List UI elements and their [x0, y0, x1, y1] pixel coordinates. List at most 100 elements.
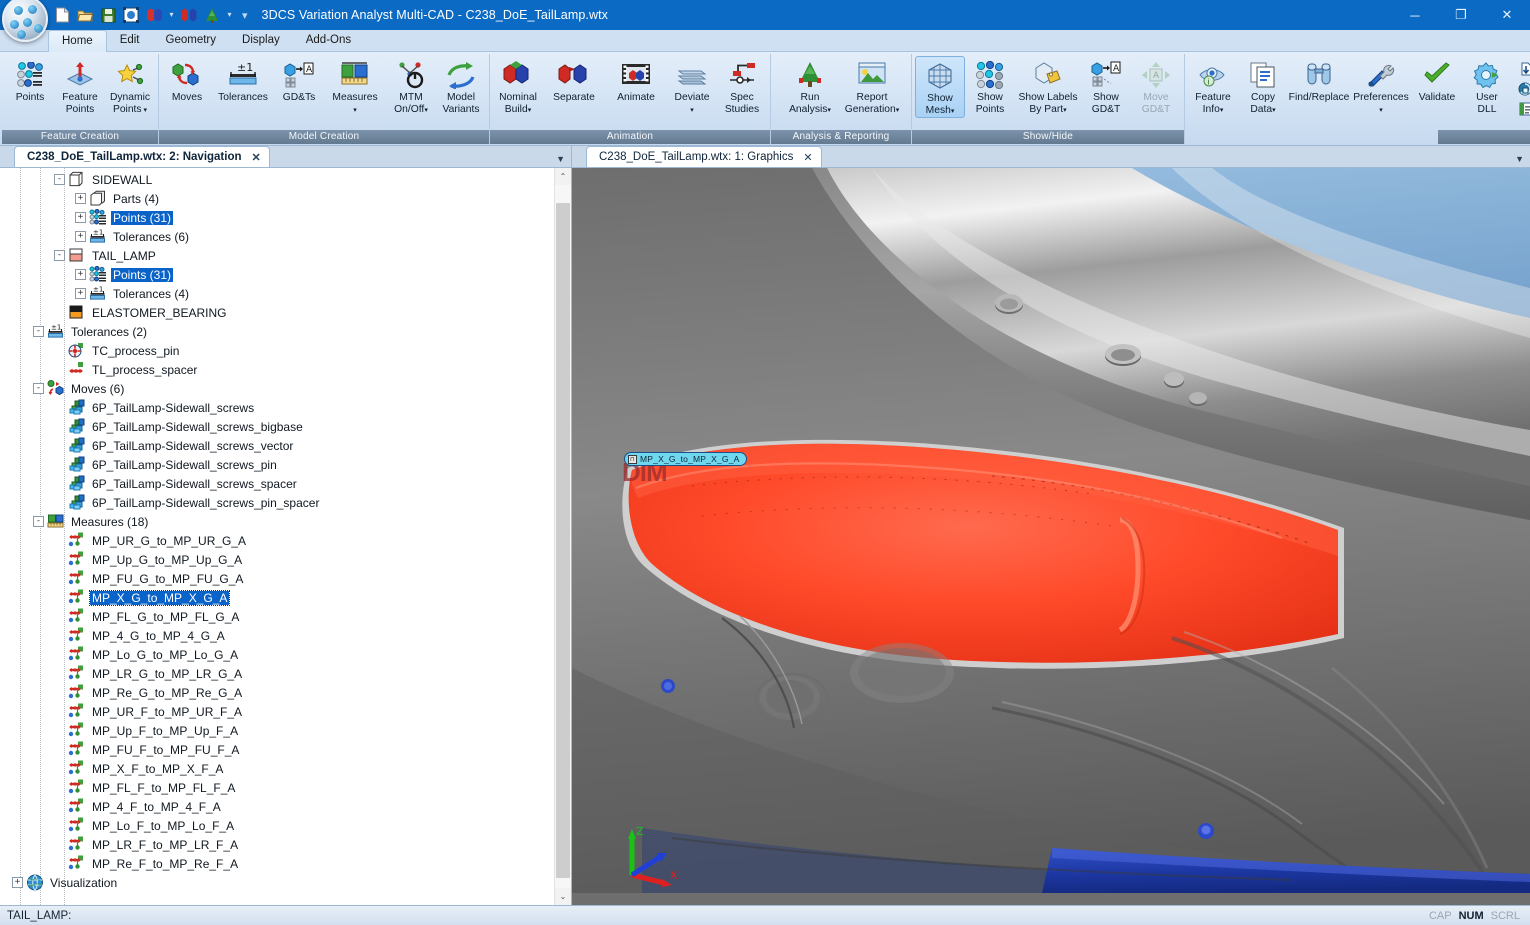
dropdown-caret-icon[interactable]: ▾: [528, 107, 532, 114]
tree-item[interactable]: MP_FU_F_to_MP_FU_F_A: [0, 740, 554, 759]
ribbon-button-run-analysis[interactable]: Run Analysis▾: [779, 56, 841, 116]
chevron-down-icon[interactable]: ▼: [556, 154, 565, 164]
expand-icon[interactable]: +: [75, 231, 86, 242]
save-icon[interactable]: [98, 5, 118, 25]
ribbon-button-dynamic-points[interactable]: Dynamic Points ▾: [105, 56, 155, 116]
nominal-build-icon[interactable]: [144, 5, 164, 25]
dropdown-caret-icon[interactable]: ▾: [1379, 107, 1383, 114]
expand-icon[interactable]: +: [75, 193, 86, 204]
close-icon[interactable]: ✕: [803, 151, 812, 164]
application-menu-orb[interactable]: [2, 0, 48, 42]
scrollbar-track[interactable]: [555, 185, 571, 888]
dropdown-caret-icon[interactable]: ▾: [896, 107, 900, 114]
tree-item[interactable]: -Measures (18): [0, 512, 554, 531]
run-analysis-icon[interactable]: [202, 5, 222, 25]
tree-item[interactable]: +Points (31): [0, 208, 554, 227]
maximize-button[interactable]: ❐: [1438, 0, 1484, 30]
dropdown-caret-icon[interactable]: ▾: [1063, 107, 1067, 114]
tree-item[interactable]: MP_Lo_F_to_MP_Lo_F_A: [0, 816, 554, 835]
tab-display[interactable]: Display: [229, 30, 293, 51]
measure-callout-label[interactable]: ⊓ MP_X_G_to_MP_X_G_A: [624, 452, 747, 466]
collapse-icon[interactable]: -: [33, 326, 44, 337]
dropdown-caret-icon[interactable]: ▾: [142, 107, 147, 114]
ribbon-button-measures[interactable]: Measures▾: [324, 56, 386, 116]
ribbon-button-spec-studies[interactable]: Spec Studies: [717, 56, 767, 115]
import-button[interactable]: Import ▾: [1516, 59, 1530, 78]
qat-overflow-dropdown-icon[interactable]: ▾: [225, 5, 234, 25]
ribbon-button-show-gdt[interactable]: A Show GD&T: [1081, 56, 1131, 115]
tab-geometry[interactable]: Geometry: [153, 30, 230, 51]
tab-graphics[interactable]: C238_DoE_TailLamp.wtx: 1: Graphics ✕: [586, 146, 822, 167]
tab-navigation[interactable]: C238_DoE_TailLamp.wtx: 2: Navigation ✕: [14, 146, 270, 167]
tree-item[interactable]: 6P_TailLamp-Sidewall_screws: [0, 398, 554, 417]
tree-item[interactable]: 6P_TailLamp-Sidewall_screws_vector: [0, 436, 554, 455]
tab-add-ons[interactable]: Add-Ons: [293, 30, 364, 51]
dropdown-caret-icon[interactable]: ▾: [827, 107, 831, 114]
dropdown-caret-icon[interactable]: ▾: [1272, 107, 1276, 114]
expand-icon[interactable]: +: [75, 212, 86, 223]
dropdown-caret-icon[interactable]: ▾: [1220, 107, 1224, 114]
ribbon-button-feature-info[interactable]: i Feature Info▾: [1188, 56, 1238, 116]
tree-item[interactable]: MP_4_F_to_MP_4_F_A: [0, 797, 554, 816]
ribbon-button-show-mesh[interactable]: Show Mesh▾: [915, 56, 965, 118]
collapse-icon[interactable]: -: [54, 250, 65, 261]
tree-item[interactable]: 6P_TailLamp-Sidewall_screws_pin: [0, 455, 554, 474]
scroll-up-icon[interactable]: ⌃: [555, 168, 571, 185]
ribbon-button-deviate[interactable]: Deviate▾: [667, 56, 717, 116]
ribbon-button-tolerances[interactable]: ±1 Tolerances: [212, 56, 274, 104]
ribbon-button-separate[interactable]: Separate: [543, 56, 605, 104]
tree-item[interactable]: 6P_TailLamp-Sidewall_screws_spacer: [0, 474, 554, 493]
minimize-button[interactable]: ─: [1392, 0, 1438, 30]
tree-item[interactable]: MP_Lo_G_to_MP_Lo_G_A: [0, 645, 554, 664]
tree-item[interactable]: MP_X_F_to_MP_X_F_A: [0, 759, 554, 778]
ribbon-button-mtm-onoff[interactable]: MTM On/Off▾: [386, 56, 436, 116]
ribbon-button-copy-data[interactable]: Copy Data▾: [1238, 56, 1288, 116]
tree-item[interactable]: MP_Up_F_to_MP_Up_F_A: [0, 721, 554, 740]
ribbon-button-find-replace[interactable]: Find/Replace: [1288, 56, 1350, 104]
expand-icon[interactable]: +: [75, 288, 86, 299]
tree-item[interactable]: 6P_TailLamp-Sidewall_screws_pin_spacer: [0, 493, 554, 512]
separate-icon[interactable]: [179, 5, 199, 25]
ribbon-button-show-points[interactable]: Show Points: [965, 56, 1015, 115]
collapse-icon[interactable]: -: [54, 174, 65, 185]
dropdown-caret-icon[interactable]: ▾: [353, 107, 357, 114]
tree-scroll-area[interactable]: -SIDEWALL+Parts (4)+Points (31)+±1Tolera…: [0, 168, 554, 905]
ribbon-button-user-dll[interactable]: User DLL: [1462, 56, 1512, 115]
tree-item[interactable]: MP_FL_G_to_MP_FL_G_A: [0, 607, 554, 626]
tree-item[interactable]: MP_Re_G_to_MP_Re_G_A: [0, 683, 554, 702]
scroll-down-icon[interactable]: ⌄: [555, 888, 571, 905]
tree-item[interactable]: -TAIL_LAMP: [0, 246, 554, 265]
tree-item[interactable]: MP_Up_G_to_MP_Up_G_A: [0, 550, 554, 569]
ribbon-button-feature-points[interactable]: Feature Points: [55, 56, 105, 115]
tree-item[interactable]: TL_process_spacer: [0, 360, 554, 379]
ribbon-button-nominal-build[interactable]: Nominal Build▾: [493, 56, 543, 116]
graphics-viewport[interactable]: DIM ⊓ MP_X_G_to_MP_X_G_A Z X: [572, 168, 1530, 905]
ribbon-button-model-variants[interactable]: Model Variants: [436, 56, 486, 115]
ribbon-button-animate[interactable]: Animate: [605, 56, 667, 104]
tree-item[interactable]: MP_LR_F_to_MP_LR_F_A: [0, 835, 554, 854]
new-file-icon[interactable]: [52, 5, 72, 25]
select-all-icon[interactable]: [121, 5, 141, 25]
open-file-icon[interactable]: [75, 5, 95, 25]
dropdown-caret-icon[interactable]: ▾: [690, 107, 694, 114]
close-button[interactable]: ✕: [1484, 0, 1530, 30]
ribbon-button-points[interactable]: Points: [5, 56, 55, 104]
save-backup-button[interactable]: Save Backup ▾: [1516, 79, 1530, 98]
tree-item[interactable]: 6P_TailLamp-Sidewall_screws_bigbase: [0, 417, 554, 436]
nominal-build-dropdown-icon[interactable]: ▾: [167, 5, 176, 25]
tree-item[interactable]: MP_Re_F_to_MP_Re_F_A: [0, 854, 554, 873]
collapse-icon[interactable]: -: [33, 383, 44, 394]
tree-vertical-scrollbar[interactable]: ⌃ ⌄: [554, 168, 571, 905]
ribbon-button-moves[interactable]: Moves: [162, 56, 212, 104]
tree-item[interactable]: MP_FL_F_to_MP_FL_F_A: [0, 778, 554, 797]
tree-item[interactable]: +Visualization: [0, 873, 554, 892]
tree-item[interactable]: -Moves (6): [0, 379, 554, 398]
tree-item[interactable]: +Points (31): [0, 265, 554, 284]
tree-item[interactable]: TC_process_pin: [0, 341, 554, 360]
expand-icon[interactable]: +: [12, 877, 23, 888]
tree-item[interactable]: +±1Tolerances (6): [0, 227, 554, 246]
expand-icon[interactable]: +: [75, 269, 86, 280]
tree-item[interactable]: MP_4_G_to_MP_4_G_A: [0, 626, 554, 645]
close-icon[interactable]: ✕: [252, 151, 261, 164]
log-file-button[interactable]: Log File ▾: [1516, 99, 1530, 118]
